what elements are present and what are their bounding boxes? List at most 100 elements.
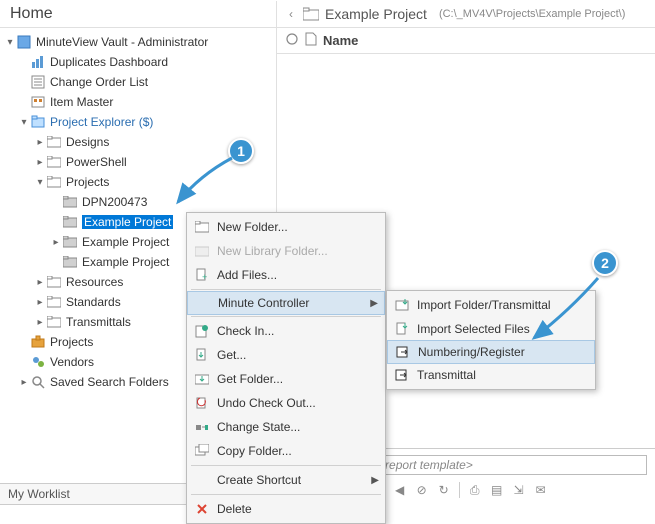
- tree-item-change-order[interactable]: Change Order List: [0, 72, 276, 92]
- twisty-expanded-icon[interactable]: ▾: [18, 117, 30, 128]
- submenu-numbering-register[interactable]: Numbering/Register: [387, 340, 595, 364]
- chevron-left-icon[interactable]: ‹: [285, 7, 297, 21]
- tree-label: Example Project: [82, 255, 169, 269]
- twisty-collapsed-icon[interactable]: ▸: [34, 157, 46, 168]
- menu-get-folder[interactable]: Get Folder...: [187, 367, 385, 391]
- projects-icon: [30, 334, 46, 350]
- menu-label: Create Shortcut: [213, 473, 301, 487]
- checkin-icon: [191, 324, 213, 338]
- tree-label: Designs: [66, 135, 109, 149]
- menu-get[interactable]: Get...: [187, 343, 385, 367]
- svg-text:+: +: [202, 272, 207, 282]
- tree-root-label: MinuteView Vault - Administrator: [36, 35, 208, 49]
- twisty-collapsed-icon[interactable]: ▸: [18, 377, 30, 388]
- menu-minute-controller[interactable]: Minute Controller▶: [187, 291, 385, 315]
- copy-folder-icon: [191, 444, 213, 458]
- import-files-icon: [391, 322, 413, 336]
- menu-label: Minute Controller: [214, 296, 309, 310]
- vendors-icon: [30, 354, 46, 370]
- tree-label: Vendors: [50, 355, 94, 369]
- folder-icon: [46, 174, 62, 190]
- twisty-collapsed-icon[interactable]: ▸: [34, 137, 46, 148]
- export-icon[interactable]: ⇲: [510, 481, 528, 499]
- menu-new-library: New Library Folder...: [187, 239, 385, 263]
- menu-copy-folder[interactable]: Copy Folder...: [187, 439, 385, 463]
- menu-check-in[interactable]: Check In...: [187, 319, 385, 343]
- menu-separator: [191, 316, 381, 317]
- refresh-icon[interactable]: ↻: [435, 481, 453, 499]
- twisty-collapsed-icon[interactable]: ▸: [34, 297, 46, 308]
- explorer-icon: [30, 114, 46, 130]
- menu-label: Numbering/Register: [414, 345, 525, 359]
- folder-icon: [46, 274, 62, 290]
- tree-root[interactable]: ▾ MinuteView Vault - Administrator: [0, 32, 276, 52]
- menu-add-files[interactable]: + Add Files...: [187, 263, 385, 287]
- menu-label: Add Files...: [213, 268, 277, 282]
- list-header: Name: [277, 28, 655, 54]
- menu-delete[interactable]: Delete: [187, 497, 385, 521]
- tree-item-project-explorer[interactable]: ▾ Project Explorer ($): [0, 112, 276, 132]
- tree-label: Duplicates Dashboard: [50, 55, 168, 69]
- tree-item-projects[interactable]: ▾Projects: [0, 172, 276, 192]
- print-icon[interactable]: ⎙: [466, 481, 484, 499]
- twisty-expanded-icon[interactable]: ▾: [34, 177, 46, 188]
- twisty-expanded-icon[interactable]: ▾: [4, 37, 16, 48]
- export-arrow-icon: [392, 345, 414, 359]
- folder-icon: [46, 154, 62, 170]
- state-icon: [191, 420, 213, 434]
- file-icon: [305, 32, 317, 49]
- vault-icon: [16, 34, 32, 50]
- twisty-collapsed-icon[interactable]: ▸: [50, 237, 62, 248]
- submenu-import-folder[interactable]: Import Folder/Transmittal: [387, 293, 595, 317]
- menu-label: Check In...: [213, 324, 274, 338]
- submenu-transmittal[interactable]: Transmittal: [387, 363, 595, 387]
- tree-label: Projects: [50, 335, 93, 349]
- menu-label: Import Selected Files: [413, 322, 530, 336]
- send-icon[interactable]: ✉: [532, 481, 550, 499]
- tree-label: DPN200473: [82, 195, 147, 209]
- menu-label: Undo Check Out...: [213, 396, 316, 410]
- menu-change-state[interactable]: Change State...: [187, 415, 385, 439]
- callout-badge-2: 2: [592, 250, 618, 276]
- menu-create-shortcut[interactable]: Create Shortcut▶: [187, 468, 385, 492]
- menu-label: Get...: [213, 348, 246, 362]
- tree-label: Standards: [66, 295, 121, 309]
- menu-separator: [191, 465, 381, 466]
- back-icon[interactable]: ◀: [391, 481, 409, 499]
- tree-label-selected: Example Project: [82, 215, 173, 229]
- menu-separator: [191, 494, 381, 495]
- stop-icon[interactable]: ⊘: [413, 481, 431, 499]
- tree-label: Example Project: [82, 235, 169, 249]
- tree-item-dpn[interactable]: DPN200473: [0, 192, 276, 212]
- menu-label: New Library Folder...: [213, 244, 328, 258]
- import-folder-icon: [391, 298, 413, 312]
- top-bar: Home ‹ Example Project (C:\_MV4V\Project…: [0, 0, 655, 28]
- submenu-minute-controller: Import Folder/Transmittal Import Selecte…: [386, 290, 596, 390]
- submenu-import-selected[interactable]: Import Selected Files: [387, 317, 595, 341]
- tree-label: Resources: [66, 275, 123, 289]
- twisty-collapsed-icon[interactable]: ▸: [34, 277, 46, 288]
- menu-label: Delete: [213, 502, 252, 516]
- folder-icon: [46, 134, 62, 150]
- separator: [459, 482, 460, 498]
- delete-icon: [191, 502, 213, 516]
- folder-icon: [62, 214, 78, 230]
- folder-plus-icon: [191, 221, 213, 233]
- tree-label: Saved Search Folders: [50, 375, 169, 389]
- tree-item-master[interactable]: Item Master: [0, 92, 276, 112]
- menu-new-folder[interactable]: New Folder...: [187, 215, 385, 239]
- menu-undo-checkout[interactable]: Undo Check Out...: [187, 391, 385, 415]
- dashboard-icon: [30, 54, 46, 70]
- tree-item-dashboard[interactable]: Duplicates Dashboard: [0, 52, 276, 72]
- tree-label: Item Master: [50, 95, 113, 109]
- breadcrumb-project[interactable]: Example Project: [325, 6, 427, 22]
- menu-label: Transmittal: [413, 368, 476, 382]
- tree-label: PowerShell: [66, 155, 127, 169]
- menu-label: Change State...: [213, 420, 300, 434]
- twisty-collapsed-icon[interactable]: ▸: [34, 317, 46, 328]
- layout-icon[interactable]: ▤: [488, 481, 506, 499]
- home-tab[interactable]: Home: [0, 1, 277, 27]
- folder-icon: [62, 254, 78, 270]
- tree-label: Change Order List: [50, 75, 148, 89]
- column-name[interactable]: Name: [323, 33, 358, 48]
